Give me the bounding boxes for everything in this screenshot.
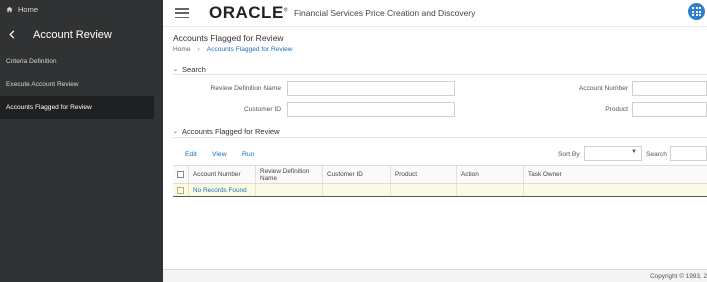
sidebar-item-criteria-definition[interactable]: Criteria Definition [0,50,163,73]
sidebar-item-label: Execute Account Review [6,81,79,88]
run-button[interactable]: Run [242,151,254,158]
table-cell [524,184,707,196]
sidebar-title: Account Review [33,28,112,41]
review-definition-name-input[interactable] [287,81,455,96]
results-section-toggle[interactable]: ⌄ Accounts Flagged for Review [173,127,280,136]
page-title: Accounts Flagged for Review [173,33,284,43]
breadcrumb: Home › Accounts Flagged for Review [173,46,293,53]
chevron-left-icon[interactable] [9,30,15,39]
breadcrumb-current[interactable]: Accounts Flagged for Review [207,46,293,53]
results-section-heading: Accounts Flagged for Review [182,127,280,136]
sidebar-home-link[interactable]: Home [0,0,163,19]
account-number-input[interactable] [632,81,707,96]
sidebar-item-execute-account-review[interactable]: Execute Account Review [0,73,163,96]
account-number-label: Account Number [578,85,628,92]
product-input[interactable] [632,102,707,117]
column-header[interactable]: Review Definition Name [256,166,323,183]
breadcrumb-home[interactable]: Home [173,46,191,53]
table-row: No Records Found [173,184,707,197]
empty-message: No Records Found [189,184,256,196]
table-search-input[interactable] [670,146,707,161]
table-cell [323,184,391,196]
table-cell [256,184,323,196]
top-bar: ORACLE® Financial Services Price Creatio… [163,0,707,26]
row-checkbox[interactable] [177,186,184,194]
sidebar: Home Account Review Criteria Definition … [0,0,163,282]
table-header: Account Number Review Definition Name Cu… [173,165,707,184]
column-header[interactable]: Action [457,166,524,183]
divider [173,137,707,138]
copyright-text: Copyright © 1993, 2 [650,273,707,280]
chevron-right-icon: › [197,46,200,53]
select-all-checkbox[interactable] [177,171,184,178]
chevron-down-icon: ⌄ [173,129,179,135]
main-content: Accounts Flagged for Review Home › Accou… [163,26,707,282]
caret-down-icon: ▼ [631,149,637,155]
sidebar-item-label: Criteria Definition [6,58,57,65]
apps-grid-icon [692,7,701,16]
search-section-heading: Search [182,65,206,74]
customer-id-input[interactable] [287,102,455,117]
view-button[interactable]: View [212,151,227,158]
sidebar-item-accounts-flagged[interactable]: Accounts Flagged for Review [0,96,154,119]
home-icon [6,6,13,13]
apps-grid-button[interactable] [688,3,705,20]
sidebar-header: Account Review [0,19,163,50]
select-all-cell[interactable] [173,166,189,183]
sort-by-select[interactable]: ▼ [584,146,642,161]
search-section-toggle[interactable]: ⌄ Search [173,65,206,74]
sidebar-item-label: Accounts Flagged for Review [6,104,92,111]
row-select-cell[interactable] [173,184,189,196]
hamburger-menu-icon[interactable] [175,8,189,18]
divider [173,74,707,75]
table-cell [391,184,457,196]
column-header[interactable]: Product [391,166,457,183]
app-title: Financial Services Price Creation and Di… [293,8,476,18]
column-header[interactable]: Account Number [189,166,256,183]
edit-button[interactable]: Edit [185,151,197,158]
table-cell [457,184,524,196]
sort-by-label: Sort By [558,151,580,158]
chevron-down-icon: ⌄ [173,67,179,73]
product-label: Product [605,106,628,113]
column-header[interactable]: Customer ID [323,166,391,183]
sidebar-home-label: Home [18,5,39,14]
review-definition-name-label: Review Definition Name [210,85,281,92]
table-search-label: Search [646,151,667,158]
column-header[interactable]: Task Owner [524,166,707,183]
customer-id-label: Customer ID [243,106,281,113]
footer: Copyright © 1993, 2 [163,269,707,282]
results-table: Account Number Review Definition Name Cu… [173,165,707,197]
oracle-logo: ORACLE® [209,3,288,22]
